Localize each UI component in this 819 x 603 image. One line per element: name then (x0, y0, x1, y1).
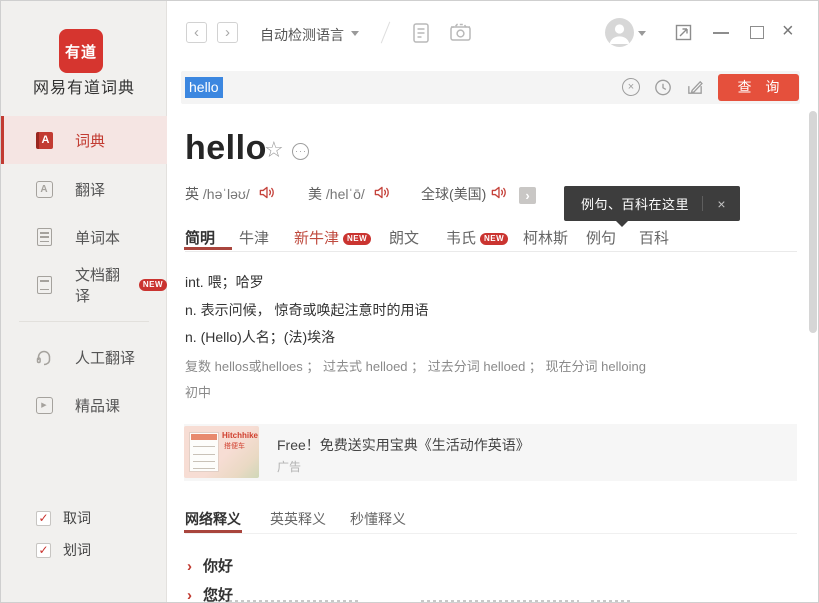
handwriting-icon[interactable] (686, 78, 704, 96)
sidebar-divider (19, 321, 149, 322)
pronunciation-global: 全球(美国) (421, 184, 486, 204)
back-button[interactable]: ‹ (186, 22, 207, 43)
speaker-icon-us[interactable] (373, 184, 390, 201)
sidebar-item-translate[interactable]: A 翻译 (1, 165, 167, 213)
logo-text: 有道 (65, 41, 97, 62)
dictionary-icon: A (34, 130, 54, 150)
ad-brand-subtext: 搭便车 (224, 441, 245, 451)
tab-quick-definitions[interactable]: 秒懂释义 (350, 509, 406, 529)
tooltip-close-icon[interactable]: × (703, 196, 740, 212)
tab-concise[interactable]: 简明 (185, 227, 215, 248)
vocabulary-level: 初中 (185, 382, 211, 401)
document-lookup-icon[interactable] (411, 22, 431, 44)
sidebar-item-label: 人工翻译 (75, 347, 135, 368)
checkbox-checked-icon[interactable]: ✓ (36, 543, 51, 558)
favorite-star-icon[interactable]: ☆ (264, 139, 284, 161)
app-title: 网易有道词典 (1, 74, 167, 98)
avatar-chevron-icon[interactable] (638, 31, 646, 36)
mini-window-icon[interactable] (675, 24, 692, 41)
more-pronunciations-button[interactable]: › (519, 187, 536, 204)
youdao-logo: 有道 (59, 29, 103, 73)
tab-oxford[interactable]: 牛津 (239, 227, 269, 248)
new-badge: NEW (139, 279, 167, 291)
tab-encyclopedia[interactable]: 百科 (639, 227, 669, 248)
query-button[interactable]: 查 询 (718, 74, 799, 101)
forward-button[interactable]: › (217, 22, 238, 43)
screenshot-ocr-icon[interactable] (449, 22, 472, 43)
web-entry[interactable]: ›您好 (187, 584, 233, 603)
clear-icon[interactable]: × (622, 78, 640, 96)
pronunciation-uk: 英 /həˈləʊ/ (185, 184, 250, 204)
headword: hello (185, 129, 267, 168)
definition-line: int. 喂；哈罗 (185, 272, 264, 292)
minimize-button[interactable] (713, 32, 729, 34)
sidebar-item-label: 单词本 (75, 227, 120, 248)
checkbox-checked-icon[interactable]: ✓ (36, 511, 51, 526)
new-badge: NEW (343, 233, 371, 245)
chevron-right-icon: › (187, 558, 192, 575)
translate-icon: A (34, 179, 54, 199)
chevron-right-icon: › (187, 587, 192, 603)
sidebar: 有道 网易有道词典 A 词典 A 翻译 单词本 文档翻译 NEW (1, 1, 167, 602)
pronunciation-us: 美 /helˈō/ (308, 184, 365, 204)
wordbook-icon (34, 227, 54, 247)
speaker-icon-global[interactable] (490, 184, 507, 201)
sidebar-item-label: 翻译 (75, 179, 105, 200)
toggle-word-select[interactable]: ✓ 划词 (1, 538, 167, 562)
document-translate-icon (34, 275, 54, 295)
ad-book-cover (189, 432, 219, 472)
new-badge: NEW (480, 233, 508, 245)
tab-web-definitions[interactable]: 网络释义 (185, 509, 241, 529)
speaker-icon-uk[interactable] (258, 184, 275, 201)
sidebar-item-premium-course[interactable]: ▶ 精品课 (1, 381, 167, 429)
ad-banner[interactable]: Hitchhike 搭便车 Free！免费送实用宝典《生活动作英语》 广告 (184, 424, 797, 481)
tab-longman[interactable]: 朗文 (389, 227, 419, 248)
ad-brand-text: Hitchhike (222, 431, 258, 440)
search-input[interactable]: hello (181, 71, 800, 104)
sidebar-item-doc-translate[interactable]: 文档翻译 NEW (1, 261, 167, 309)
avatar[interactable] (605, 18, 634, 47)
chevron-down-icon (351, 31, 359, 36)
search-value-selected[interactable]: hello (185, 77, 223, 98)
tab-examples[interactable]: 例句 (586, 227, 616, 248)
sidebar-item-label: 词典 (75, 130, 105, 151)
definition-line: n. (Hello)人名；(法)埃洛 (185, 327, 335, 347)
sidebar-item-label: 精品课 (75, 395, 120, 416)
sidebar-item-dictionary[interactable]: A 词典 (1, 116, 167, 164)
scrollbar-thumb[interactable] (809, 111, 817, 333)
toggle-word-capture[interactable]: ✓ 取词 (1, 506, 167, 530)
tab-new-oxford[interactable]: 新牛津NEW (294, 227, 371, 248)
history-icon[interactable] (654, 78, 672, 96)
tab-collins[interactable]: 柯林斯 (523, 227, 568, 248)
app-window: 有道 网易有道词典 A 词典 A 翻译 单词本 文档翻译 NEW (0, 0, 819, 603)
tab-webster[interactable]: 韦氏NEW (446, 227, 508, 248)
tab-english-definitions[interactable]: 英英释义 (270, 509, 326, 529)
play-course-icon: ▶ (34, 395, 54, 415)
feature-tooltip: 例句、百科在这里 × (564, 186, 740, 221)
sidebar-item-label: 文档翻译 (75, 264, 135, 306)
ad-thumbnail: Hitchhike 搭便车 (184, 426, 259, 478)
toolbar-divider (381, 22, 391, 44)
headset-icon (34, 347, 54, 367)
ad-label: 广告 (277, 458, 301, 475)
toggle-label: 取词 (63, 508, 91, 528)
active-web-tab-underline (184, 530, 242, 533)
sidebar-item-human-translate[interactable]: 人工翻译 (1, 333, 167, 381)
close-button[interactable]: × (782, 21, 794, 41)
tabs-border (185, 251, 797, 252)
definition-line: n. 表示问候， 惊奇或唤起注意时的用语 (185, 300, 428, 320)
more-options-icon[interactable]: ··· (292, 143, 309, 160)
maximize-button[interactable] (750, 26, 764, 39)
language-selector[interactable]: 自动检测语言 (260, 25, 344, 45)
web-entry[interactable]: ›你好 (187, 555, 233, 576)
word-forms: 复数 hellos或helloes ； 过去式 helloed ； 过去分词 h… (185, 356, 646, 375)
sidebar-item-wordbook[interactable]: 单词本 (1, 213, 167, 261)
tooltip-text: 例句、百科在这里 (581, 194, 689, 213)
web-tabs-border (185, 533, 797, 534)
toggle-label: 划词 (63, 540, 91, 560)
ad-title: Free！免费送实用宝典《生活动作英语》 (277, 435, 530, 455)
